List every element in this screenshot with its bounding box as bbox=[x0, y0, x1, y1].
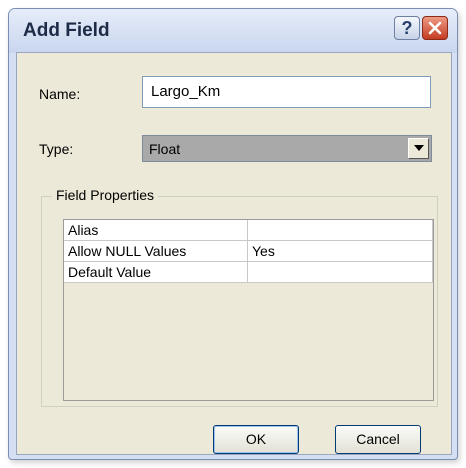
field-properties-legend: Field Properties bbox=[52, 187, 159, 203]
field-properties-group: Field Properties Alias Allow NULL Values… bbox=[41, 187, 438, 407]
property-value-cell[interactable] bbox=[248, 220, 433, 241]
help-icon: ? bbox=[401, 18, 413, 38]
name-label: Name: bbox=[39, 86, 81, 102]
property-name-cell: Allow NULL Values bbox=[64, 241, 248, 262]
add-field-dialog: Add Field ? Name: Largo_Km Type: Float F… bbox=[8, 8, 458, 460]
property-name-cell: Default Value bbox=[64, 262, 248, 283]
property-row[interactable]: Default Value bbox=[64, 262, 433, 283]
chevron-down-icon bbox=[414, 145, 424, 151]
close-icon bbox=[428, 21, 442, 35]
dialog-title: Add Field bbox=[23, 20, 110, 41]
type-dropdown[interactable]: Float bbox=[142, 135, 432, 162]
help-button[interactable]: ? bbox=[394, 16, 420, 40]
dialog-content: Name: Largo_Km Type: Float Field Propert… bbox=[16, 52, 452, 455]
cancel-button[interactable]: Cancel bbox=[335, 425, 421, 454]
property-value-cell[interactable]: Yes bbox=[248, 241, 433, 262]
property-name-cell: Alias bbox=[64, 220, 248, 241]
property-row[interactable]: Allow NULL Values Yes bbox=[64, 241, 433, 262]
type-selected-value: Float bbox=[149, 141, 181, 157]
title-bar[interactable]: Add Field ? bbox=[9, 9, 457, 53]
field-properties-grid[interactable]: Alias Allow NULL Values Yes Default Valu… bbox=[63, 219, 434, 401]
type-label: Type: bbox=[39, 141, 74, 157]
ok-button[interactable]: OK bbox=[213, 425, 299, 454]
property-row[interactable]: Alias bbox=[64, 220, 433, 241]
close-button[interactable] bbox=[422, 16, 448, 40]
name-field[interactable]: Largo_Km bbox=[142, 76, 431, 108]
property-value-cell[interactable] bbox=[248, 262, 433, 283]
dropdown-button[interactable] bbox=[408, 138, 429, 159]
